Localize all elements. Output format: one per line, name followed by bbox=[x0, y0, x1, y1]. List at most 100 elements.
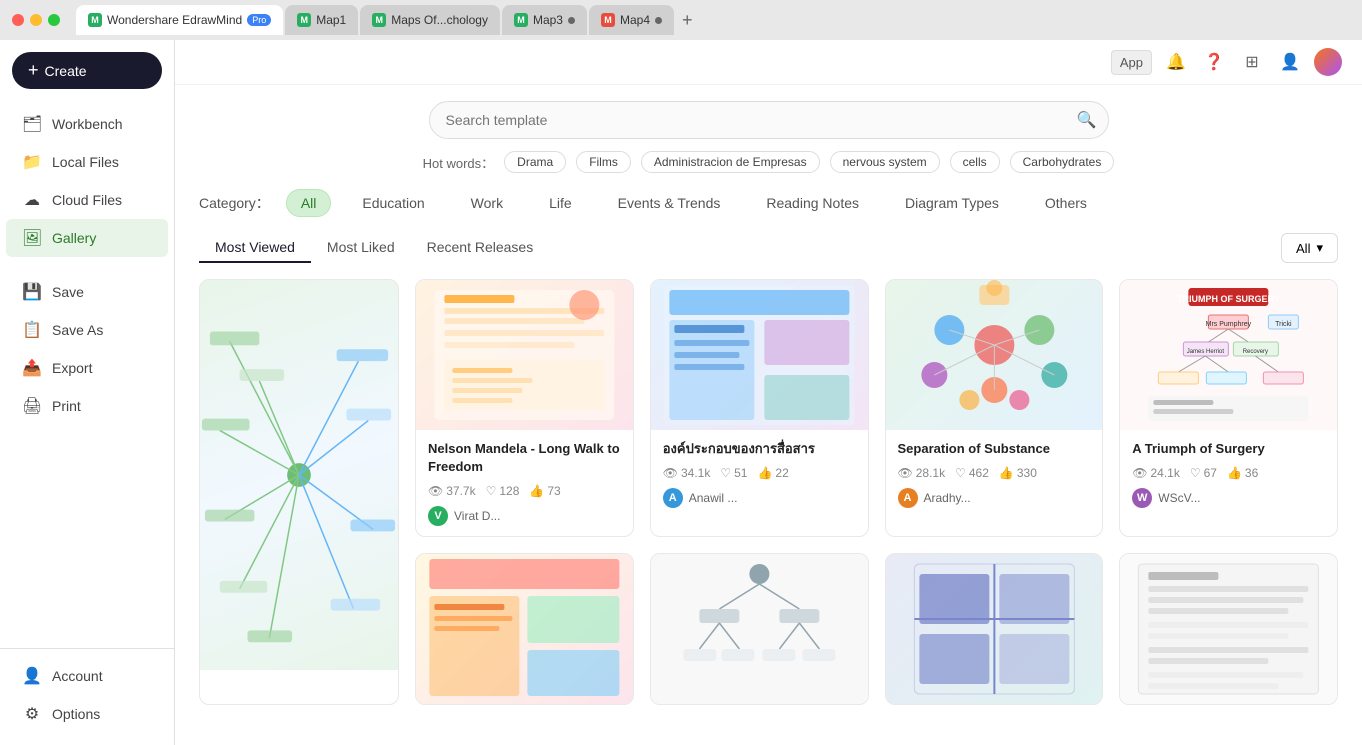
tab-map3-label: Map3 bbox=[533, 13, 563, 27]
sidebar-item-account-label: Account bbox=[52, 668, 103, 684]
hot-tag-nervous[interactable]: nervous system bbox=[830, 151, 940, 173]
traffic-lights bbox=[12, 14, 60, 26]
search-input[interactable] bbox=[429, 101, 1109, 139]
hot-words: Hot words： Drama Films Administracion de… bbox=[423, 151, 1115, 173]
sort-tab-most-liked[interactable]: Most Liked bbox=[311, 233, 411, 263]
card-bottom-3[interactable] bbox=[885, 553, 1104, 705]
sidebar-item-gallery[interactable]: 🖼 Gallery bbox=[6, 219, 168, 257]
hot-tag-drama[interactable]: Drama bbox=[504, 151, 566, 173]
eye-icon-4: 👁 bbox=[1132, 466, 1147, 480]
card-thumb-nelson-svg bbox=[416, 280, 633, 430]
create-button[interactable]: + Create bbox=[12, 52, 162, 89]
hot-tag-administracion[interactable]: Administracion de Empresas bbox=[641, 151, 820, 173]
card-bottom-2[interactable] bbox=[650, 553, 869, 705]
filter-dropdown[interactable]: All ▾ bbox=[1281, 233, 1338, 263]
sidebar-item-export[interactable]: 📤 Export bbox=[6, 349, 168, 387]
sidebar-item-options-label: Options bbox=[52, 706, 100, 722]
category-diagram-types[interactable]: Diagram Types bbox=[890, 189, 1014, 217]
chevron-down-icon: ▾ bbox=[1316, 240, 1323, 256]
svg-text:Tricki: Tricki bbox=[1275, 321, 1292, 328]
sort-tab-recent-releases[interactable]: Recent Releases bbox=[411, 233, 550, 263]
tab-map3[interactable]: M Map3 bbox=[502, 5, 587, 35]
sort-tabs: Most Viewed Most Liked Recent Releases bbox=[199, 233, 549, 263]
sidebar-item-cloud-files[interactable]: ☁ Cloud Files bbox=[6, 181, 168, 219]
card-surgery-title: A Triumph of Surgery bbox=[1132, 440, 1325, 458]
eye-icon: 👁 bbox=[428, 484, 443, 498]
topbar: App 🔔 ❓ ⊞ 👤 bbox=[175, 40, 1362, 85]
user-avatar[interactable] bbox=[1314, 48, 1342, 76]
sidebar-item-save[interactable]: 💾 Save bbox=[6, 273, 168, 311]
category-education[interactable]: Education bbox=[347, 189, 439, 217]
export-icon: 📤 bbox=[22, 358, 42, 378]
sidebar-item-workbench-label: Workbench bbox=[52, 116, 123, 132]
card-thai-title: องค์ประกอบของการสื่อสาร bbox=[663, 440, 856, 458]
heart-icon-4: ♡ bbox=[1190, 466, 1201, 480]
thumbs-icon-2: 👍 bbox=[757, 466, 772, 480]
search-bar: 🔍 bbox=[429, 101, 1109, 139]
sidebar-item-options[interactable]: ⚙ Options bbox=[6, 695, 168, 733]
sidebar-item-local-files[interactable]: 📁 Local Files bbox=[6, 143, 168, 181]
category-life[interactable]: Life bbox=[534, 189, 587, 217]
card-separation[interactable]: Separation of Substance 👁 28.1k ♡ 462 👍 … bbox=[885, 279, 1104, 537]
category-events-trends[interactable]: Events & Trends bbox=[603, 189, 736, 217]
sep-likes: ♡ 462 bbox=[955, 466, 989, 480]
card-thai-communication[interactable]: องค์ประกอบของการสื่อสาร 👁 34.1k ♡ 51 👍 2… bbox=[650, 279, 869, 537]
nelson-author-name: Virat D... bbox=[454, 509, 500, 523]
maximize-window-button[interactable] bbox=[48, 14, 60, 26]
thumbs-icon-3: 👍 bbox=[999, 466, 1014, 480]
category-others[interactable]: Others bbox=[1030, 189, 1102, 217]
grid-icon[interactable]: ⊞ bbox=[1238, 48, 1266, 76]
card-large-mindmap[interactable] bbox=[199, 279, 399, 705]
thai-shares: 👍 22 bbox=[757, 466, 788, 480]
minimize-window-button[interactable] bbox=[30, 14, 42, 26]
search-button[interactable]: 🔍 bbox=[1077, 110, 1097, 130]
separation-author-name: Aradhy... bbox=[924, 491, 971, 505]
category-work[interactable]: Work bbox=[456, 189, 518, 217]
tab-map4[interactable]: M Map4 bbox=[589, 5, 674, 35]
hot-tag-carbohydrates[interactable]: Carbohydrates bbox=[1010, 151, 1115, 173]
thai-views: 👁 34.1k bbox=[663, 466, 711, 480]
card-thai-author: A Anawil ... bbox=[663, 488, 856, 508]
sidebar-item-workbench[interactable]: 🗂 Workbench bbox=[6, 105, 168, 143]
sidebar-item-print[interactable]: 🖨 Print bbox=[6, 387, 168, 425]
titlebar: M Wondershare EdrawMind Pro M Map1 M Map… bbox=[0, 0, 1362, 40]
heart-icon: ♡ bbox=[486, 484, 497, 498]
surg-likes: ♡ 67 bbox=[1190, 466, 1217, 480]
card-thumb-surgery-svg: TRIUMPH OF SURGERY Mrs Pumphrey Tricki bbox=[1120, 280, 1337, 430]
card-triumph-surgery[interactable]: TRIUMPH OF SURGERY Mrs Pumphrey Tricki bbox=[1119, 279, 1338, 537]
card-nelson-mandela[interactable]: Nelson Mandela - Long Walk to Freedom 👁 … bbox=[415, 279, 634, 537]
nelson-likes: ♡ 128 bbox=[486, 484, 520, 498]
card-nelson-body: Nelson Mandela - Long Walk to Freedom 👁 … bbox=[416, 430, 633, 536]
hot-tag-cells[interactable]: cells bbox=[950, 151, 1000, 173]
tab-map1[interactable]: M Map1 bbox=[285, 5, 358, 35]
tab-maps-psychology[interactable]: M Maps Of...chology bbox=[360, 5, 500, 35]
sidebar-item-save-as-label: Save As bbox=[52, 322, 103, 338]
hot-tag-films[interactable]: Films bbox=[576, 151, 631, 173]
content-area: App 🔔 ❓ ⊞ 👤 🔍 Hot words： Drama Films Adm… bbox=[175, 40, 1362, 745]
svg-text:James Herriot: James Herriot bbox=[1187, 349, 1225, 355]
tab-edrawmind[interactable]: M Wondershare EdrawMind Pro bbox=[76, 5, 283, 35]
notification-icon[interactable]: 🔔 bbox=[1162, 48, 1190, 76]
tab-map4-label: Map4 bbox=[620, 13, 650, 27]
card-bottom-1[interactable] bbox=[415, 553, 634, 705]
surgery-author-name: WScV... bbox=[1158, 491, 1200, 505]
app-button[interactable]: App bbox=[1111, 50, 1152, 75]
card-bottom-2-svg bbox=[651, 554, 868, 704]
category-section: Category： All Education Work Life Events… bbox=[199, 189, 1338, 217]
hot-words-label: Hot words： bbox=[423, 153, 495, 172]
category-reading-notes[interactable]: Reading Notes bbox=[751, 189, 874, 217]
sort-section: Most Viewed Most Liked Recent Releases A… bbox=[199, 233, 1338, 263]
thai-author-avatar: A bbox=[663, 488, 683, 508]
close-window-button[interactable] bbox=[12, 14, 24, 26]
sidebar-item-save-as[interactable]: 📋 Save As bbox=[6, 311, 168, 349]
svg-text:Recovery: Recovery bbox=[1243, 349, 1268, 355]
card-bottom-4[interactable] bbox=[1119, 553, 1338, 705]
user-profile-icon[interactable]: 👤 bbox=[1276, 48, 1304, 76]
new-tab-button[interactable]: + bbox=[676, 10, 699, 31]
category-all[interactable]: All bbox=[286, 189, 332, 217]
surgery-author-avatar: W bbox=[1132, 488, 1152, 508]
sort-tab-most-viewed[interactable]: Most Viewed bbox=[199, 233, 311, 263]
card-thumb-separation-svg bbox=[886, 280, 1103, 430]
sidebar-item-account[interactable]: 👤 Account bbox=[6, 657, 168, 695]
help-icon[interactable]: ❓ bbox=[1200, 48, 1228, 76]
